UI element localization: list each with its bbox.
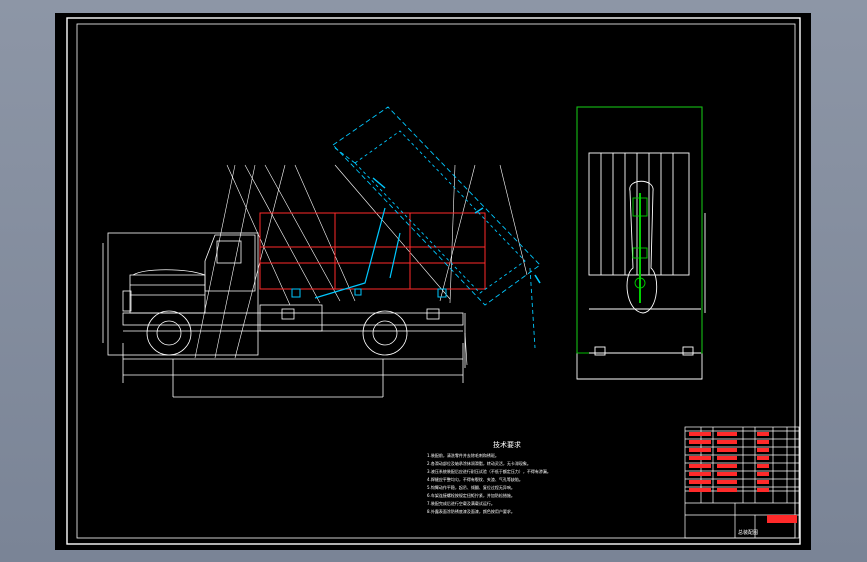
container-box — [259, 212, 486, 290]
parts-list-entry — [717, 480, 737, 484]
notes-line: 8.外露表面涂防锈底漆及面漆，颜色按用户要求。 — [427, 508, 515, 514]
notes-line: 6.车架连接螺栓按规定扭矩拧紧，并加防松措施。 — [427, 492, 515, 498]
subframe-fittings — [291, 288, 447, 298]
notes-line: 3.液压系统装配后应进行耐压试验（不低于额定压力），不得有渗漏。 — [427, 468, 551, 474]
parts-list-entry — [689, 480, 711, 484]
parts-list-entry — [689, 448, 711, 452]
truck-side-view — [102, 232, 466, 398]
parts-list-entry — [689, 432, 711, 436]
parts-list-entry — [717, 456, 737, 460]
parts-list-entry — [757, 440, 769, 444]
notes-line: 7.装配完成后进行空载及满载试运行。 — [427, 500, 495, 506]
parts-list-entry — [717, 432, 737, 436]
hood — [129, 274, 206, 314]
parts-list-entry — [689, 464, 711, 468]
notes-line: 2.各滑动部位及轴承涂抹润滑脂，转动灵活，无卡滞现象。 — [427, 460, 531, 466]
parts-list-entry — [757, 432, 769, 436]
notes-line: 5.钩臂动作平稳，起吊、倾翻、复位过程无异响。 — [427, 484, 515, 490]
drawing-name: 总装配图 — [738, 529, 758, 536]
container-outline — [259, 212, 486, 290]
rear-wheel — [362, 310, 408, 356]
part-leaders — [194, 164, 528, 366]
hook-arm-footprint — [626, 180, 658, 314]
cad-viewport[interactable]: 技术要求 1.装配前，清洗零件并去除毛刺和锈斑。 2.各滑动部位及轴承涂抹润滑脂，… — [55, 13, 811, 550]
hook-arm — [314, 207, 386, 299]
hood-top-curve — [132, 269, 206, 276]
parts-list-entry — [757, 456, 769, 460]
parts-list-entry — [689, 488, 711, 492]
notes-line: 1.装配前，清洗零件并去除毛刺和锈斑。 — [427, 452, 499, 458]
deck-slats — [600, 153, 674, 275]
cab-window — [216, 240, 242, 264]
technical-notes: 技术要求 1.装配前，清洗零件并去除毛刺和锈斑。 2.各滑动部位及轴承涂抹润滑脂，… — [427, 440, 551, 514]
cab-extent-frame — [107, 232, 259, 356]
parts-list-entry — [717, 488, 737, 492]
parts-list-entry — [757, 480, 769, 484]
parts-list-entry — [717, 464, 737, 468]
parts-list-entry — [689, 456, 711, 460]
tilted-container-outline — [332, 106, 541, 306]
notes-title: 技术要求 — [493, 440, 521, 449]
front-wheel — [146, 310, 192, 356]
title-block-cols — [700, 427, 788, 503]
cad-drawing-canvas: 技术要求 1.装配前，清洗零件并去除毛刺和锈斑。 2.各滑动部位及轴承涂抹润滑脂，… — [66, 17, 801, 545]
notes-lines: 1.装配前，清洗零件并去除毛刺和锈斑。 2.各滑动部位及轴承涂抹润滑脂，转动灵活，… — [427, 452, 551, 514]
hook-arm-mechanism — [314, 106, 541, 349]
school-logo-mark — [767, 515, 797, 523]
parts-list-entry — [757, 472, 769, 476]
parts-list-entry — [757, 448, 769, 452]
hook-tip — [372, 177, 386, 189]
parts-list-entry — [757, 464, 769, 468]
top-view — [576, 106, 706, 380]
parts-list-entry — [757, 488, 769, 492]
notes-line: 4.焊缝应平整均匀，不得有裂纹、夹渣、气孔等缺陷。 — [427, 476, 523, 482]
parts-list-entry — [717, 448, 737, 452]
parts-list-entry — [689, 472, 711, 476]
parts-list-entry — [717, 440, 737, 444]
parts-list-entry — [717, 472, 737, 476]
parts-list-entry — [689, 440, 711, 444]
